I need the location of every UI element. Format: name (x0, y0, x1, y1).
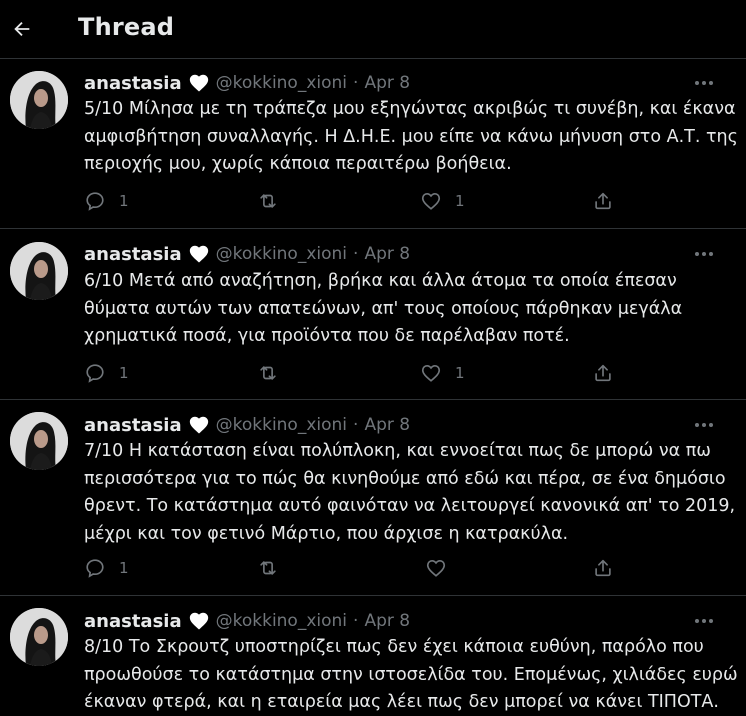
reply-icon (84, 557, 106, 579)
tweet-line: περισσότερα για το πώς θα κινηθούμε από … (84, 468, 726, 489)
divider (0, 58, 746, 59)
divider (0, 228, 746, 229)
reply-button[interactable]: 1 (84, 556, 129, 580)
white-heart-icon (188, 243, 210, 265)
retweet-icon (257, 557, 279, 579)
tweet-line: έκαναν φτερά, και η εταιρεία μας λέει πω… (84, 692, 719, 712)
avatar[interactable] (10, 71, 68, 129)
separator-dot: · (353, 415, 359, 435)
share-icon (592, 190, 614, 212)
tweet-date[interactable]: Apr 8 (364, 244, 410, 264)
retweet-button[interactable] (257, 361, 279, 385)
author-name[interactable]: anastasia (84, 73, 182, 94)
tweet-line: 5/10 Μίλησα με τη τράπεζα μου εξηγώντας … (84, 99, 736, 119)
author-handle[interactable]: @kokkino_xioni (216, 244, 347, 264)
reply-button[interactable]: 1 (84, 189, 129, 213)
author-handle[interactable]: @kokkino_xioni (216, 415, 347, 435)
share-button[interactable] (592, 189, 614, 213)
tweet-line: 7/10 Η κατάσταση είναι πολύπλοκη, και εν… (84, 441, 711, 461)
tweet-meta: anastasia @kokkino_xioni · Apr 8 (84, 413, 410, 437)
more-dots-icon (694, 618, 714, 624)
tweet-line: αμφισβήτηση συναλλαγής. Η Δ.Η.Ε. μου είπ… (84, 126, 738, 147)
like-count: 1 (455, 364, 465, 382)
author-name[interactable]: anastasia (84, 244, 182, 265)
tweet-meta: anastasia @kokkino_xioni · Apr 8 (84, 242, 410, 266)
more-button[interactable] (690, 609, 718, 633)
share-icon (592, 362, 614, 384)
tweet-line: θύματα αυτών των απατεώνων, απ' τους οπο… (84, 298, 683, 319)
tweet-text: 8/10 Το Σκρουτζ υποστηρίζει πως δεν έχει… (84, 634, 738, 716)
heart-outline-icon (425, 557, 447, 579)
retweet-button[interactable] (257, 189, 279, 213)
reply-count: 1 (119, 559, 129, 577)
white-heart-icon (188, 610, 210, 632)
tweet-line: προωθούσε το κατάστημα στην ιστοσελίδα τ… (84, 664, 738, 685)
heart-outline-icon (420, 190, 442, 212)
reply-button[interactable]: 1 (84, 361, 129, 385)
separator-dot: · (353, 73, 359, 93)
tweet-date[interactable]: Apr 8 (364, 611, 410, 631)
author-name[interactable]: anastasia (84, 611, 182, 632)
tweet-actions: 1 (0, 556, 746, 580)
reply-count: 1 (119, 364, 129, 382)
tweet-text: 5/10 Μίλησα με τη τράπεζα μου εξηγώντας … (84, 96, 738, 179)
like-button[interactable] (425, 556, 460, 580)
tweet-date[interactable]: Apr 8 (364, 73, 410, 93)
divider (0, 399, 746, 400)
separator-dot: · (353, 244, 359, 264)
thread-header: Thread (0, 0, 746, 58)
reply-icon (84, 190, 106, 212)
more-dots-icon (694, 80, 714, 86)
tweet-line: χρηματικά ποσά, για προϊόντα που δε παρέ… (84, 326, 570, 346)
back-button[interactable] (8, 12, 36, 46)
tweet-meta: anastasia @kokkino_xioni · Apr 8 (84, 71, 410, 95)
tweet-date[interactable]: Apr 8 (364, 415, 410, 435)
tweet-line: 8/10 Το Σκρουτζ υποστηρίζει πως δεν έχει… (84, 637, 704, 657)
author-handle[interactable]: @kokkino_xioni (216, 611, 347, 631)
tweet-text: 7/10 Η κατάσταση είναι πολύπλοκη, και εν… (84, 438, 736, 548)
tweet-meta: anastasia @kokkino_xioni · Apr 8 (84, 609, 410, 633)
more-dots-icon (694, 251, 714, 257)
tweet-line: θρεντ. Το κατάστημα αυτό φαινόταν να λει… (84, 496, 736, 516)
page-title: Thread (78, 13, 175, 41)
tweet-line: μέχρι και τον φετινό Μάρτιο, που άρχισε … (84, 523, 569, 544)
heart-outline-icon (420, 362, 442, 384)
reply-icon (84, 362, 106, 384)
share-button[interactable] (592, 556, 614, 580)
retweet-icon (257, 362, 279, 384)
tweet-actions: 1 1 (0, 361, 746, 385)
more-button[interactable] (690, 242, 718, 266)
tweet-actions: 1 1 (0, 189, 746, 213)
separator-dot: · (353, 611, 359, 631)
reply-count: 1 (119, 192, 129, 210)
white-heart-icon (188, 414, 210, 436)
more-button[interactable] (690, 71, 718, 95)
retweet-icon (257, 190, 279, 212)
like-button[interactable]: 1 (420, 361, 465, 385)
tweet-text: 6/10 Μετά από αναζήτηση, βρήκα και άλλα … (84, 268, 729, 351)
share-icon (592, 557, 614, 579)
like-count: 1 (455, 192, 465, 210)
more-button[interactable] (690, 413, 718, 437)
more-dots-icon (694, 422, 714, 428)
tweet-line: 6/10 Μετά από αναζήτηση, βρήκα και άλλα … (84, 271, 677, 291)
avatar[interactable] (10, 412, 68, 470)
author-handle[interactable]: @kokkino_xioni (216, 73, 347, 93)
author-name[interactable]: anastasia (84, 415, 182, 436)
tweet-line: περιοχής μου, χωρίς κάποια περαιτέρω βοή… (84, 154, 512, 174)
share-button[interactable] (592, 361, 614, 385)
avatar[interactable] (10, 242, 68, 300)
like-button[interactable]: 1 (420, 189, 465, 213)
white-heart-icon (188, 72, 210, 94)
avatar[interactable] (10, 608, 68, 666)
arrow-left-icon (11, 18, 33, 40)
retweet-button[interactable] (257, 556, 279, 580)
divider (0, 595, 746, 596)
